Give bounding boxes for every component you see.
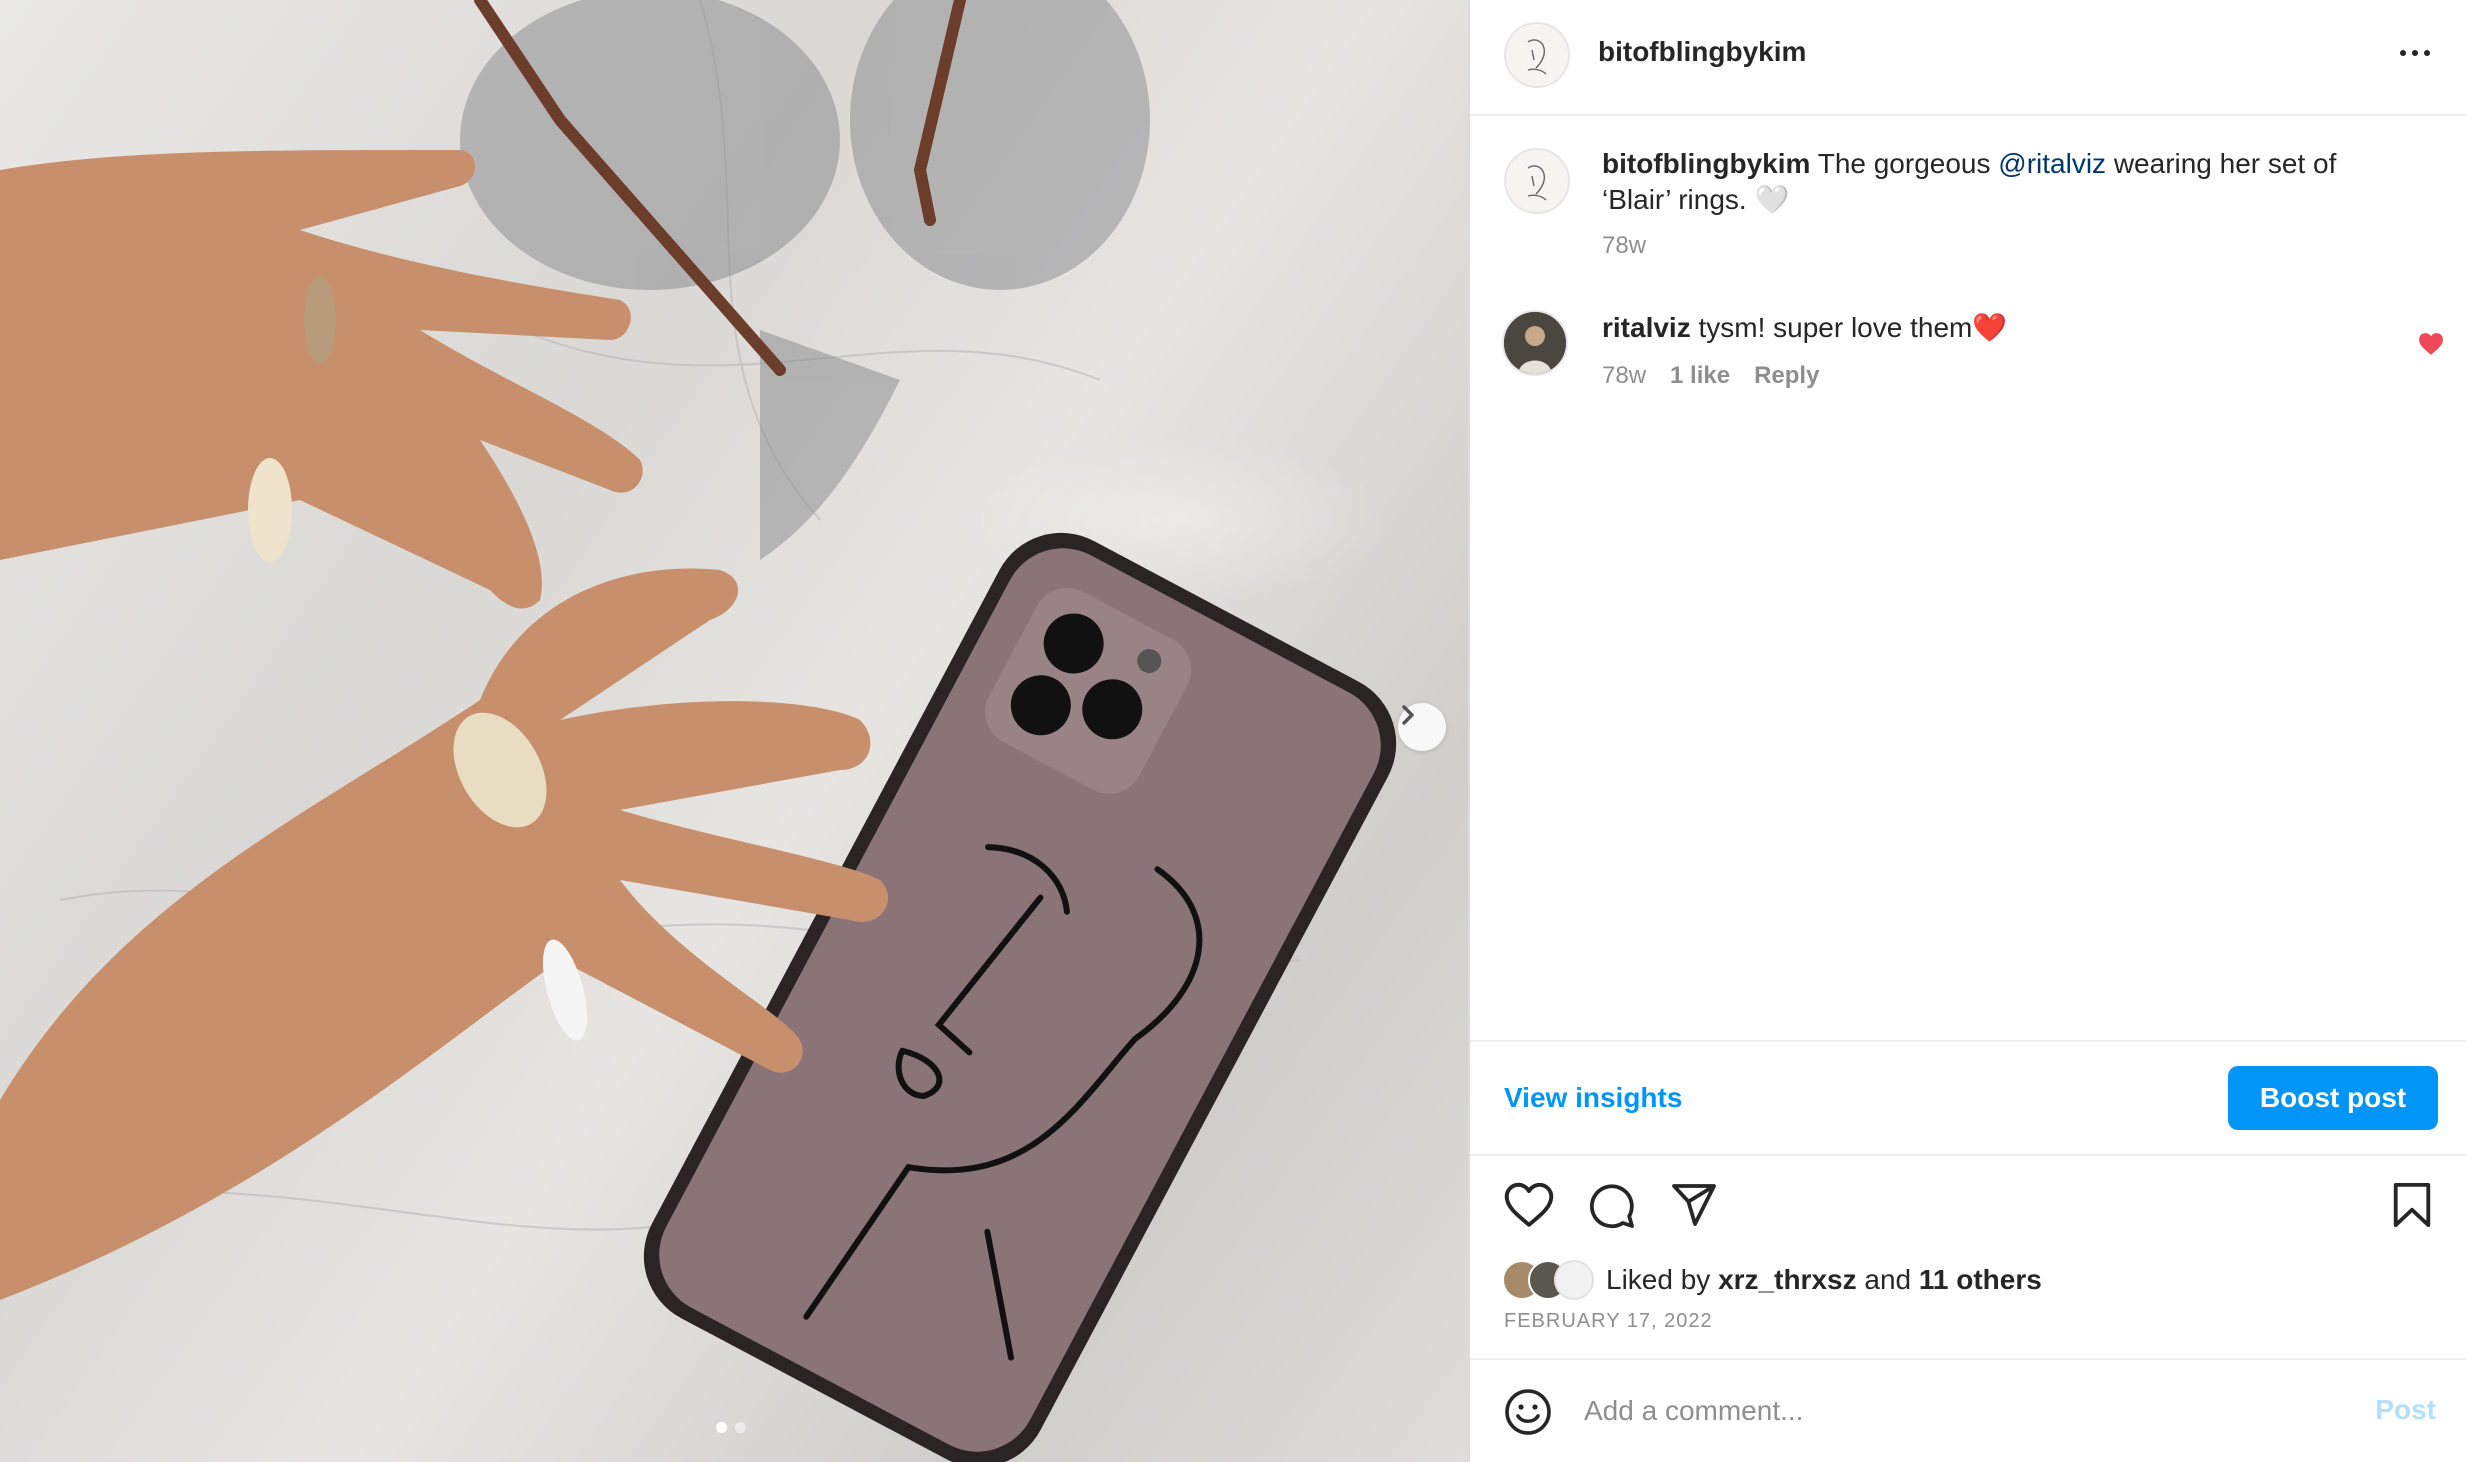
comment-body: tysm! super love them❤️ — [1690, 312, 2008, 343]
more-options-button[interactable] — [2400, 50, 2430, 56]
commenter-avatar[interactable] — [1502, 310, 1568, 376]
post-comment-button[interactable]: Post — [2375, 1394, 2436, 1426]
author-avatar[interactable] — [1504, 22, 1570, 88]
section-divider — [1470, 1040, 2466, 1042]
carousel-indicator — [716, 1422, 746, 1433]
comment-reply-button[interactable]: Reply — [1754, 362, 1819, 390]
caption-text: bitofblingbykim The gorgeous @ritalviz w… — [1602, 146, 2402, 264]
carousel-dot-active — [716, 1422, 727, 1433]
carousel-dot — [735, 1422, 746, 1433]
likes-prefix: Liked by — [1606, 1264, 1719, 1295]
post-actions — [1504, 1182, 1718, 1230]
caption-text-before: The gorgeous — [1810, 148, 1999, 179]
sketch-face-icon — [1527, 165, 1547, 201]
photo-illustration — [0, 0, 1397, 1462]
likes-others-link[interactable]: 11 others — [1919, 1264, 2042, 1295]
sketch-face-icon — [1527, 39, 1547, 75]
share-icon[interactable] — [1670, 1182, 1718, 1228]
comment-like-button[interactable] — [2418, 332, 2444, 361]
bookmark-icon — [2393, 1182, 2431, 1228]
author-username[interactable]: bitofblingbykim — [1598, 36, 1806, 68]
likes-text: Liked by xrz_thrxsz and 11 others — [1606, 1264, 2042, 1296]
liker-avatar[interactable] — [1554, 1260, 1594, 1300]
comment-likes-link[interactable]: 1 like — [1670, 362, 1730, 390]
caption-mention-link[interactable]: @ritalviz — [1998, 148, 2106, 179]
add-comment-bar: Post — [1470, 1360, 2466, 1462]
post-side-panel: bitofblingbykim bitofblingbykim The gorg… — [1470, 0, 2466, 1462]
save-post-button[interactable] — [2392, 1182, 2432, 1233]
more-icon-dot — [2424, 50, 2430, 56]
comment-text: ritalviz tysm! super love them❤️ — [1602, 310, 2402, 346]
section-divider — [1470, 1154, 2466, 1156]
likes-middle: and — [1856, 1264, 1919, 1295]
more-icon-dot — [2400, 50, 2406, 56]
emoji-icon[interactable] — [1504, 1388, 1552, 1436]
caption-time: 78w — [1602, 232, 1647, 259]
comment-icon[interactable] — [1588, 1182, 1636, 1230]
view-insights-link[interactable]: View insights — [1504, 1082, 1682, 1114]
comment-time: 78w — [1602, 362, 1647, 389]
boost-post-button[interactable]: Boost post — [2228, 1066, 2438, 1130]
next-photo-button[interactable] — [1398, 703, 1446, 751]
likes-user-link[interactable]: xrz_thrxsz — [1718, 1264, 1857, 1295]
caption-username[interactable]: bitofblingbykim — [1602, 148, 1810, 179]
likes-summary: Liked by xrz_thrxsz and 11 others — [1502, 1260, 2042, 1300]
post-header: bitofblingbykim — [1470, 0, 2466, 116]
heart-icon[interactable] — [1504, 1182, 1554, 1228]
liker-avatars — [1502, 1260, 1606, 1300]
post-photo[interactable] — [0, 0, 1468, 1462]
user-photo-icon — [1504, 312, 1566, 374]
commenter-username[interactable]: ritalviz — [1602, 312, 1691, 343]
add-comment-input[interactable] — [1582, 1384, 2286, 1438]
chevron-right-icon — [1402, 705, 1414, 725]
heart-filled-icon — [2419, 333, 2443, 355]
post-date: FEBRUARY 17, 2022 — [1504, 1310, 1713, 1332]
caption-author-avatar[interactable] — [1504, 148, 1570, 214]
comment-meta: 78w 1 like Reply — [1602, 362, 1819, 390]
more-icon-dot — [2412, 50, 2418, 56]
